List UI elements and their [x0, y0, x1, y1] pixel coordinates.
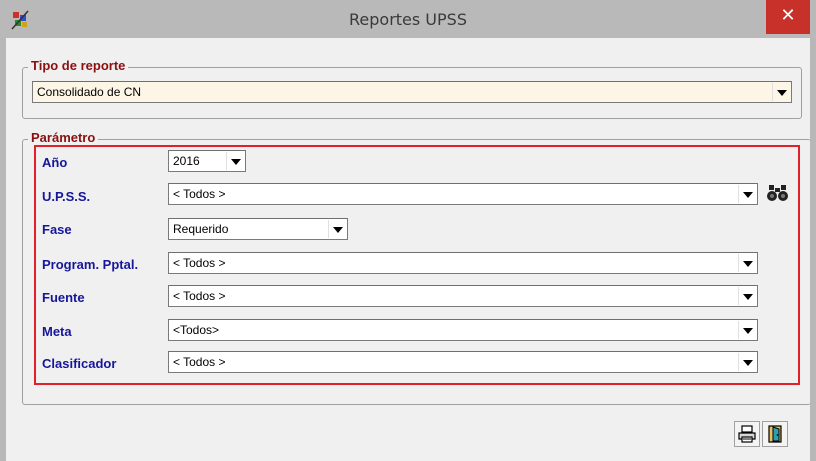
phase-select[interactable]: Requerido: [168, 218, 348, 240]
upss-select[interactable]: < Todos >: [168, 183, 758, 205]
upss-value: < Todos >: [173, 187, 226, 201]
phase-label: Fase: [42, 222, 72, 237]
chevron-down-icon[interactable]: [738, 287, 756, 305]
chevron-down-icon[interactable]: [738, 353, 756, 371]
chevron-down-icon[interactable]: [772, 83, 790, 101]
year-value: 2016: [173, 154, 200, 168]
year-label: Año: [42, 155, 68, 170]
year-select[interactable]: 2016: [168, 150, 246, 172]
classifier-value: < Todos >: [173, 355, 226, 369]
chevron-down-icon[interactable]: [738, 321, 756, 339]
title-bar[interactable]: Reportes UPSS ✕: [0, 0, 816, 38]
budget-program-value: < Todos >: [173, 256, 226, 270]
chevron-down-icon[interactable]: [226, 152, 244, 170]
source-value: < Todos >: [173, 289, 226, 303]
exit-door-icon: [768, 425, 782, 443]
report-type-legend: Tipo de reporte: [28, 58, 129, 73]
budget-program-select[interactable]: < Todos >: [168, 252, 758, 274]
source-label: Fuente: [42, 290, 85, 305]
window-title: Reportes UPSS: [349, 10, 467, 29]
exit-button[interactable]: [762, 421, 788, 447]
report-window: Reportes UPSS ✕ Tipo de reporte Consolid…: [0, 0, 816, 461]
goal-label: Meta: [42, 324, 72, 339]
classifier-select[interactable]: < Todos >: [168, 351, 758, 373]
report-type-value: Consolidado de CN: [37, 85, 142, 99]
budget-program-label: Program. Pptal.: [42, 257, 139, 272]
chevron-down-icon[interactable]: [738, 185, 756, 203]
chevron-down-icon[interactable]: [328, 220, 346, 238]
print-button[interactable]: [734, 421, 760, 447]
upss-label: U.P.S.S.: [42, 189, 91, 204]
printer-icon: [738, 425, 756, 443]
report-type-select[interactable]: Consolidado de CN: [32, 81, 792, 103]
binoculars-icon[interactable]: [766, 182, 790, 204]
parameter-legend: Parámetro: [28, 130, 99, 145]
chevron-down-icon[interactable]: [738, 254, 756, 272]
classifier-label: Clasificador: [42, 356, 117, 371]
client-area: Tipo de reporte Consolidado de CN Paráme…: [6, 38, 811, 461]
phase-value: Requerido: [173, 222, 229, 236]
close-button[interactable]: ✕: [766, 0, 810, 34]
goal-value: <Todos>: [173, 323, 220, 337]
source-select[interactable]: < Todos >: [168, 285, 758, 307]
goal-select[interactable]: <Todos>: [168, 319, 758, 341]
